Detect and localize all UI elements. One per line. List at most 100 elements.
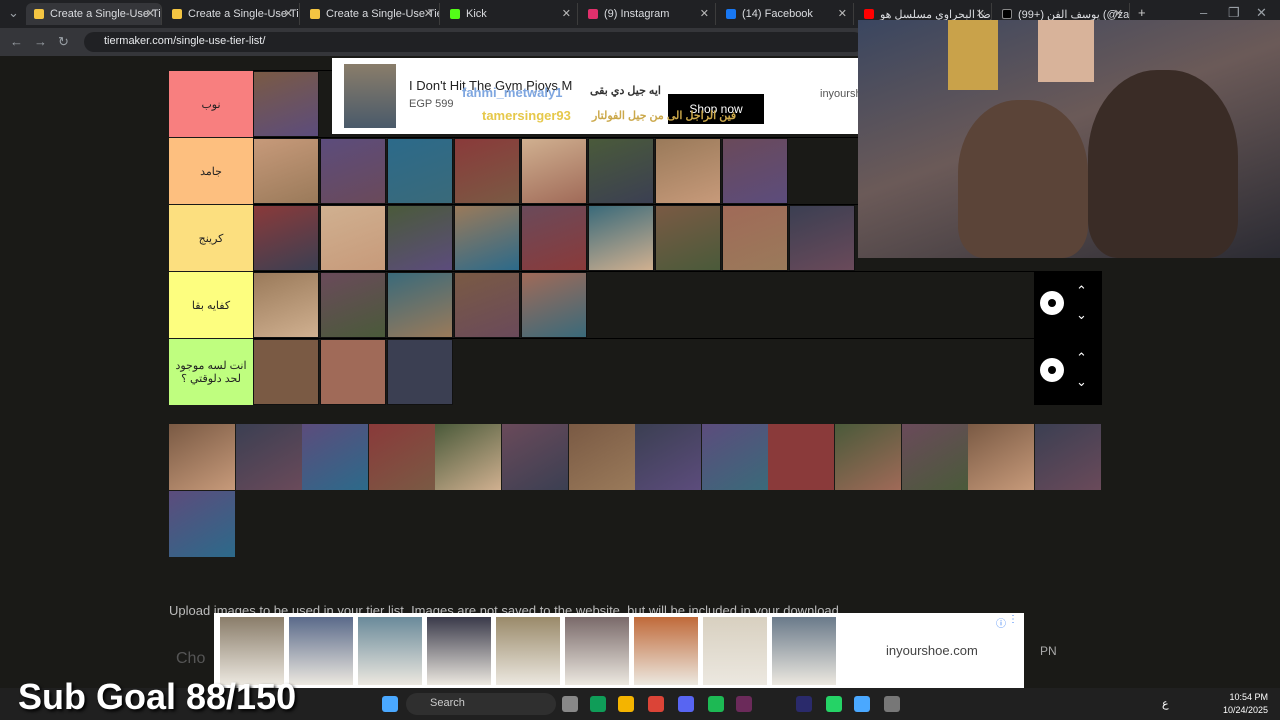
close-icon[interactable]: ✕ bbox=[284, 7, 293, 20]
tier-item-image[interactable] bbox=[521, 138, 587, 204]
tier-item-image[interactable] bbox=[253, 272, 319, 338]
close-icon[interactable]: ✕ bbox=[976, 7, 985, 20]
ad-product-thumb[interactable] bbox=[634, 617, 698, 685]
premiere-icon[interactable] bbox=[796, 696, 812, 712]
ad-product-thumb[interactable] bbox=[289, 617, 353, 685]
unranked-item-image[interactable] bbox=[302, 424, 369, 490]
ad-product-thumb[interactable] bbox=[358, 617, 422, 685]
tab-tiermaker-3[interactable]: Create a Single-Use Tier L ✕ bbox=[302, 3, 440, 25]
back-icon[interactable]: ← bbox=[10, 34, 23, 49]
unranked-item-image[interactable] bbox=[368, 424, 435, 490]
tier-item-image[interactable] bbox=[387, 205, 453, 271]
bottom-ad-banner[interactable]: inyourshoe.com ⓘ ⋮ bbox=[214, 613, 1024, 689]
tier-label[interactable]: كفايه بقا bbox=[169, 271, 253, 338]
reload-icon[interactable]: ↻ bbox=[58, 34, 69, 50]
tier-item-image[interactable] bbox=[655, 205, 721, 271]
tier-item-image[interactable] bbox=[521, 205, 587, 271]
maximize-button[interactable]: ❐ bbox=[1228, 5, 1240, 21]
tier-item-image[interactable] bbox=[722, 138, 788, 204]
unranked-item-image[interactable] bbox=[968, 424, 1035, 490]
tier-label[interactable]: نوب bbox=[169, 70, 253, 137]
tier-item-image[interactable] bbox=[588, 205, 654, 271]
move-up-icon[interactable]: ⌃ bbox=[1076, 350, 1087, 366]
new-tab-button[interactable]: + bbox=[1138, 5, 1146, 20]
whatsapp-icon[interactable] bbox=[826, 696, 842, 712]
close-icon[interactable]: ✕ bbox=[562, 7, 571, 20]
tier-label[interactable]: جامد bbox=[169, 137, 253, 204]
close-window-button[interactable]: ✕ bbox=[1256, 5, 1267, 21]
ad-product-thumb[interactable] bbox=[427, 617, 491, 685]
windows-start-icon[interactable] bbox=[382, 696, 398, 712]
unranked-item-image[interactable] bbox=[235, 424, 302, 490]
taskbar-search[interactable]: Search bbox=[406, 693, 556, 715]
close-icon[interactable]: ✕ bbox=[838, 7, 847, 20]
tier-item-image[interactable] bbox=[588, 138, 654, 204]
unranked-item-image[interactable] bbox=[768, 424, 835, 490]
choose-file-partial[interactable]: Cho bbox=[176, 650, 205, 668]
gear-icon[interactable] bbox=[1040, 291, 1064, 315]
ad-product-thumb[interactable] bbox=[496, 617, 560, 685]
tier-item-image[interactable] bbox=[387, 138, 453, 204]
unranked-item-image[interactable] bbox=[635, 424, 702, 490]
tier-item-image[interactable] bbox=[454, 205, 520, 271]
tab-facebook[interactable]: (14) Facebook ✕ bbox=[718, 3, 854, 25]
file-explorer-icon[interactable] bbox=[618, 696, 634, 712]
language-indicator[interactable]: ع bbox=[1162, 697, 1169, 710]
close-icon[interactable]: ✕ bbox=[146, 7, 155, 20]
ad-product-thumb[interactable] bbox=[703, 617, 767, 685]
move-down-icon[interactable]: ⌄ bbox=[1076, 307, 1087, 323]
tier-item-image[interactable] bbox=[253, 71, 319, 137]
tier-item-image[interactable] bbox=[387, 339, 453, 405]
tier-row[interactable] bbox=[253, 271, 1034, 338]
app-icon[interactable] bbox=[736, 696, 752, 712]
tier-label[interactable]: كرينج bbox=[169, 204, 253, 271]
tab-tiermaker-1[interactable]: Create a Single-Use Tier L ✕ bbox=[26, 3, 162, 25]
adchoices-icon[interactable]: ⓘ bbox=[996, 615, 1006, 630]
move-up-icon[interactable]: ⌃ bbox=[1076, 283, 1087, 299]
unranked-item-image[interactable] bbox=[568, 424, 635, 490]
edge-icon[interactable] bbox=[590, 696, 606, 712]
close-icon[interactable]: ✕ bbox=[424, 7, 433, 20]
move-down-icon[interactable]: ⌄ bbox=[1076, 374, 1087, 390]
unranked-item-image[interactable] bbox=[435, 424, 502, 490]
ad-product-thumb[interactable] bbox=[220, 617, 284, 685]
spotify-icon[interactable] bbox=[708, 696, 724, 712]
unranked-item-image[interactable] bbox=[169, 491, 235, 557]
tier-item-image[interactable] bbox=[521, 272, 587, 338]
taskbar-clock[interactable]: 10:54 PM 10/24/2025 bbox=[1223, 691, 1268, 717]
tier-item-image[interactable] bbox=[253, 138, 319, 204]
tab-search-icon[interactable]: ⌄ bbox=[8, 5, 19, 21]
tier-item-image[interactable] bbox=[454, 138, 520, 204]
chrome-icon[interactable] bbox=[648, 696, 664, 712]
tier-item-image[interactable] bbox=[253, 205, 319, 271]
tier-item-image[interactable] bbox=[320, 272, 386, 338]
tier-item-image[interactable] bbox=[320, 138, 386, 204]
ad-product-thumb[interactable] bbox=[772, 617, 836, 685]
close-icon[interactable]: ✕ bbox=[1114, 7, 1123, 20]
url-field[interactable]: tiermaker.com/single-use-tier-list/ bbox=[84, 32, 864, 52]
unranked-item-image[interactable] bbox=[835, 424, 901, 490]
minimize-button[interactable]: – bbox=[1200, 5, 1207, 20]
unranked-item-image[interactable] bbox=[1034, 424, 1101, 490]
tab-tiermaker-2[interactable]: Create a Single-Use Tier L ✕ bbox=[164, 3, 300, 25]
tab-kick[interactable]: Kick ✕ bbox=[442, 3, 578, 25]
ad-product-thumb[interactable] bbox=[565, 617, 629, 685]
forward-icon[interactable]: → bbox=[34, 34, 47, 49]
tier-item-image[interactable] bbox=[655, 138, 721, 204]
tier-item-image[interactable] bbox=[253, 339, 319, 405]
tier-item-image[interactable] bbox=[387, 272, 453, 338]
tier-item-image[interactable] bbox=[454, 272, 520, 338]
gear-icon[interactable] bbox=[1040, 358, 1064, 382]
tier-item-image[interactable] bbox=[320, 205, 386, 271]
tier-item-image[interactable] bbox=[722, 205, 788, 271]
tier-row[interactable] bbox=[253, 338, 1034, 405]
tier-item-image[interactable] bbox=[789, 205, 855, 271]
unranked-item-image[interactable] bbox=[502, 424, 568, 490]
unranked-item-image[interactable] bbox=[901, 424, 968, 490]
ad-menu-icon[interactable]: ⋮ bbox=[1008, 614, 1018, 625]
unranked-item-image[interactable] bbox=[169, 424, 235, 490]
tier-item-image[interactable] bbox=[320, 339, 386, 405]
obs-icon[interactable] bbox=[884, 696, 900, 712]
tier-label[interactable]: انت لسه موجود لحد دلوقتي ؟ bbox=[169, 338, 253, 405]
notepad-icon[interactable] bbox=[854, 696, 870, 712]
